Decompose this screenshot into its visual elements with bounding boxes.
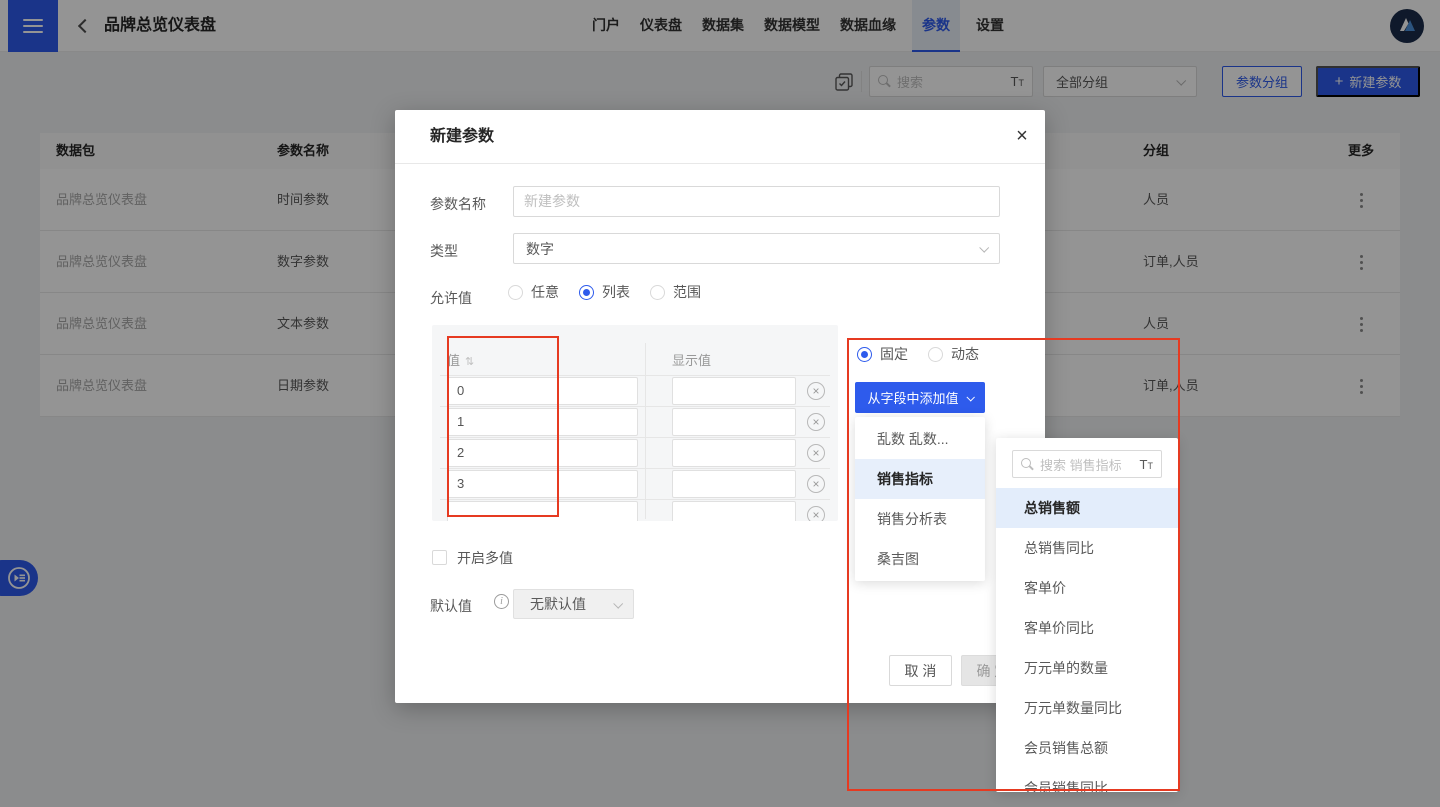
values-panel: 值⇅ 显示值 0 × 1 × bbox=[432, 325, 838, 521]
value-row: 3 × bbox=[440, 469, 830, 500]
radio-option[interactable]: 任意 bbox=[508, 282, 559, 302]
value-row: 1 × bbox=[440, 407, 830, 438]
values-rows: 0 × 1 × 2 × bbox=[440, 375, 830, 521]
info-icon[interactable]: i bbox=[494, 594, 509, 609]
add-values-from-field-button[interactable]: 从字段中添加值 bbox=[855, 382, 985, 413]
field-item[interactable]: 会员销售同比 bbox=[996, 768, 1178, 792]
radio-icon bbox=[857, 347, 872, 362]
display-value-column-header: 显示值 bbox=[672, 346, 711, 375]
field-item[interactable]: 客单价同比 bbox=[996, 608, 1178, 648]
value-row: 0 × bbox=[440, 376, 830, 407]
radio-icon bbox=[928, 347, 943, 362]
radio-option[interactable]: 动态 bbox=[928, 344, 979, 364]
allowed-values-radios: 任意 列表 范围 bbox=[508, 282, 701, 302]
remove-row-icon[interactable]: × bbox=[807, 382, 825, 400]
values-table-header: 值⇅ 显示值 bbox=[440, 346, 830, 375]
display-value-input[interactable] bbox=[672, 439, 796, 467]
field-item[interactable]: 总销售额 bbox=[996, 488, 1178, 528]
new-param-modal: 新建参数 × 参数名称 新建参数 类型 数字 允许值 任意 列表 bbox=[395, 110, 1045, 703]
field-item[interactable]: 会员销售总额 bbox=[996, 728, 1178, 768]
allowed-values-label: 允许值 bbox=[430, 288, 472, 308]
default-value-select[interactable]: 无默认值 bbox=[513, 589, 634, 619]
param-name-input[interactable]: 新建参数 bbox=[513, 186, 1000, 217]
field-item[interactable]: 客单价 bbox=[996, 568, 1178, 608]
field-item[interactable]: 万元单的数量 bbox=[996, 648, 1178, 688]
value-input[interactable]: 2 bbox=[447, 439, 638, 467]
type-label: 类型 bbox=[430, 241, 458, 261]
field-dropdown: 搜索 销售指标 TT 总销售额总销售同比客单价客单价同比万元单的数量万元单数量同… bbox=[996, 438, 1178, 792]
radio-icon bbox=[650, 285, 665, 300]
display-value-input[interactable] bbox=[672, 470, 796, 498]
value-row: 2 × bbox=[440, 438, 830, 469]
value-input[interactable] bbox=[447, 501, 638, 521]
field-list: 总销售额总销售同比客单价客单价同比万元单的数量万元单数量同比会员销售总额会员销售… bbox=[996, 488, 1178, 792]
cancel-button[interactable]: 取 消 bbox=[889, 655, 952, 686]
close-icon[interactable]: × bbox=[999, 110, 1045, 163]
remove-row-icon[interactable]: × bbox=[807, 475, 825, 493]
field-item[interactable]: 万元单数量同比 bbox=[996, 688, 1178, 728]
value-row: × bbox=[440, 500, 830, 521]
display-value-input[interactable] bbox=[672, 408, 796, 436]
default-value-label: 默认值 bbox=[430, 596, 472, 616]
sort-icon[interactable]: ⇅ bbox=[465, 356, 474, 368]
remove-row-icon[interactable]: × bbox=[807, 444, 825, 462]
dropdown-item[interactable]: 销售分析表 bbox=[855, 499, 985, 539]
radio-option[interactable]: 固定 bbox=[857, 344, 908, 364]
chevron-down-icon bbox=[966, 393, 974, 401]
field-search-input[interactable]: 搜索 销售指标 TT bbox=[1012, 450, 1162, 478]
field-item[interactable]: 总销售同比 bbox=[996, 528, 1178, 568]
mode-radios: 固定 动态 bbox=[857, 344, 979, 364]
value-input[interactable]: 0 bbox=[447, 377, 638, 405]
chevron-down-icon bbox=[613, 598, 623, 608]
radio-option[interactable]: 列表 bbox=[579, 282, 630, 302]
display-value-input[interactable] bbox=[672, 501, 796, 521]
param-name-label: 参数名称 bbox=[430, 194, 486, 214]
radio-option[interactable]: 范围 bbox=[650, 282, 701, 302]
match-case-icon[interactable]: TT bbox=[1140, 458, 1153, 471]
remove-row-icon[interactable]: × bbox=[807, 506, 825, 521]
dropdown-item[interactable]: 乱数 乱数... bbox=[855, 419, 985, 459]
value-column-header: 值⇅ bbox=[447, 346, 474, 377]
chevron-down-icon bbox=[979, 243, 989, 253]
dropdown-item[interactable]: 销售指标 bbox=[855, 459, 985, 499]
modal-title: 新建参数 bbox=[430, 110, 494, 163]
value-input[interactable]: 1 bbox=[447, 408, 638, 436]
radio-icon bbox=[579, 285, 594, 300]
modal-header-divider bbox=[395, 163, 1045, 164]
type-select[interactable]: 数字 bbox=[513, 233, 1000, 264]
dropdown-item[interactable]: 桑吉图 bbox=[855, 539, 985, 579]
app-screen: 品牌总览仪表盘 门户仪表盘数据集数据模型数据血缘参数设置 搜索 TT 全部分组 … bbox=[0, 0, 1440, 807]
multi-value-checkbox[interactable] bbox=[432, 550, 447, 565]
radio-icon bbox=[508, 285, 523, 300]
value-input[interactable]: 3 bbox=[447, 470, 638, 498]
search-icon bbox=[1021, 458, 1034, 471]
field-group-dropdown: 乱数 乱数...销售指标销售分析表桑吉图 bbox=[855, 417, 985, 581]
multi-value-label: 开启多值 bbox=[457, 550, 513, 566]
display-value-input[interactable] bbox=[672, 377, 796, 405]
remove-row-icon[interactable]: × bbox=[807, 413, 825, 431]
